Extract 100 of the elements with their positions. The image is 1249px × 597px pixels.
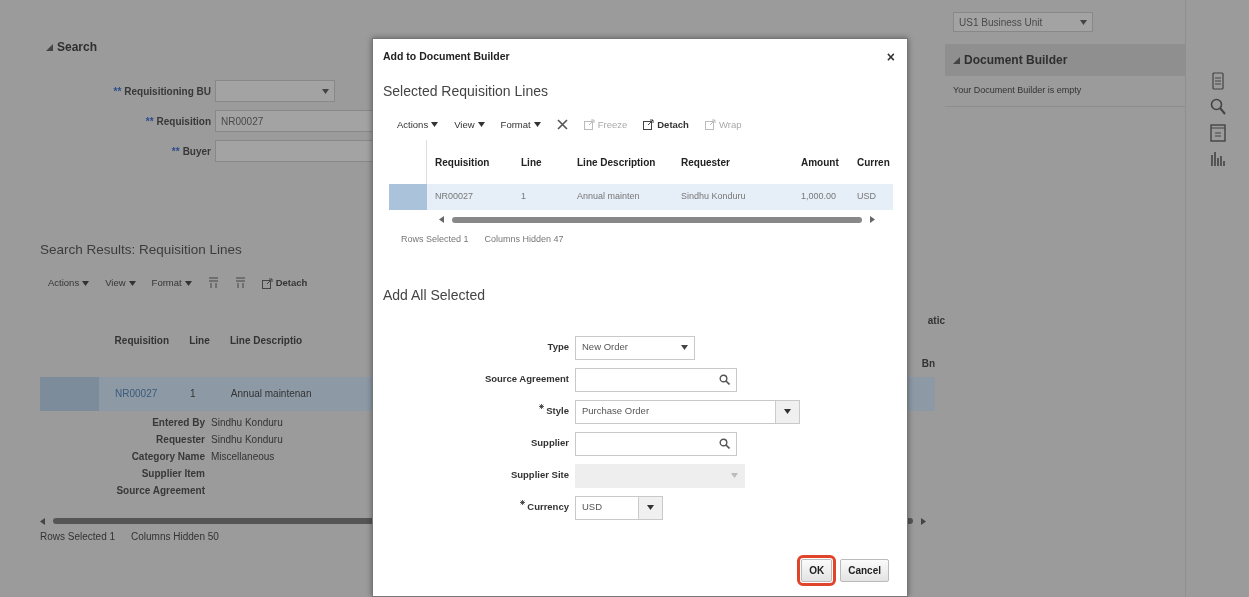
menu-button[interactable]: View	[105, 276, 136, 291]
required-mark: **	[171, 145, 180, 157]
caret-icon	[681, 345, 688, 350]
select-field[interactable]: New Order	[575, 335, 695, 360]
search-icon	[719, 374, 730, 385]
detail-value: Miscellaneous	[210, 449, 275, 464]
status-text: Columns Hidden 47	[484, 233, 564, 246]
status-text: Rows Selected 1	[401, 233, 469, 246]
menu-button[interactable]: Format	[151, 276, 192, 291]
section-title: Selected Requisition Lines	[383, 81, 549, 101]
field-label: Type	[546, 340, 570, 355]
menu-button[interactable]: Actions	[48, 276, 90, 291]
table-cell-text: Sindhu Konduru	[680, 190, 747, 204]
column-header: Amount	[800, 156, 840, 168]
caret-icon	[431, 122, 439, 128]
table-cell-text: NR00027	[434, 190, 475, 204]
column-header: atic	[927, 314, 945, 328]
menu-button[interactable]: Format	[500, 117, 541, 132]
detail-label: Category Name	[131, 450, 205, 462]
form-icon[interactable]	[1209, 124, 1226, 142]
required-mark: **	[145, 115, 154, 127]
select-field[interactable]: Purchase Order	[575, 399, 800, 424]
close-button[interactable]: ×	[886, 49, 895, 64]
section-title: Search Results: Requisition Lines	[40, 241, 242, 259]
column-header: Requester	[680, 156, 731, 168]
column-header: Line Description	[576, 156, 657, 168]
caret-icon	[82, 280, 90, 286]
columns-icon[interactable]	[234, 277, 246, 290]
column-header: Line	[520, 156, 543, 168]
caret-icon	[322, 88, 329, 94]
search-field[interactable]	[575, 431, 737, 456]
section-title: Add All Selected	[383, 285, 486, 305]
table-cell-text: 1	[520, 190, 527, 204]
select-field[interactable]	[215, 80, 335, 102]
scroll-left-icon[interactable]	[40, 517, 45, 525]
document-icon[interactable]	[1211, 72, 1224, 90]
field-value: Purchase Order	[582, 404, 651, 419]
scroll-right-icon[interactable]	[921, 517, 926, 525]
caret-icon	[533, 122, 541, 128]
select-value: US1 Business Unit	[959, 15, 1043, 30]
caret-icon	[784, 409, 791, 414]
toolbar-button[interactable]: Detach	[643, 117, 689, 132]
field-label: Requisition	[156, 115, 211, 127]
caret-icon	[184, 280, 192, 286]
table-cell[interactable]: NR00027	[99, 386, 174, 401]
column-header: Bn	[921, 357, 935, 371]
field-label: Supplier Site	[509, 468, 570, 483]
table-cell-text: USD	[856, 190, 877, 204]
column-header: Requisition	[434, 156, 491, 168]
select-field[interactable]: USD	[575, 495, 663, 520]
field-label: Buyer	[182, 145, 211, 157]
column-header: Line	[188, 334, 211, 348]
select-field[interactable]: US1 Business Unit	[953, 12, 1093, 32]
field-label: Style	[383, 404, 575, 419]
detach-icon	[704, 119, 716, 131]
menu-button[interactable]: View	[454, 117, 485, 132]
field-label: Currency	[383, 500, 575, 515]
detail-label: Entered By	[152, 416, 205, 428]
collapse-icon	[46, 43, 53, 51]
menu-button[interactable]: Actions	[397, 117, 439, 132]
columns-icon[interactable]	[207, 277, 219, 290]
table-row[interactable]: NR00027 1 Annual mainten Sindhu Konduru 1,000.00 USD	[389, 184, 893, 210]
scroll-right-icon[interactable]	[870, 216, 875, 223]
field-value: New Order	[582, 340, 629, 355]
toolbar-button[interactable]: Detach	[261, 276, 308, 291]
detach-icon	[261, 277, 273, 289]
column-header: Line Descriptio	[228, 334, 304, 348]
caret-icon	[128, 280, 136, 286]
field-label: Requisitioning BU	[124, 85, 211, 97]
detail-value: Sindhu Konduru	[210, 432, 283, 447]
detail-label: Source Agreement	[116, 484, 205, 496]
caret-icon	[731, 473, 738, 478]
table-cell-text: 1,000.00	[800, 190, 838, 204]
required-icon	[539, 404, 545, 410]
table-cell-text: Annual maintenan	[229, 387, 313, 401]
collapse-icon	[953, 56, 960, 64]
empty-message: Your Document Builder is empty	[945, 76, 1185, 107]
section-title[interactable]: Search	[57, 38, 98, 56]
search-icon[interactable]	[1209, 98, 1226, 116]
table-cell-text: Annual mainten	[576, 190, 641, 204]
search-field[interactable]	[575, 367, 737, 392]
freeze-column-icon[interactable]	[556, 119, 568, 131]
detail-label: Supplier Item	[141, 467, 205, 479]
detail-value: Sindhu Konduru	[210, 415, 283, 430]
detach-icon	[643, 119, 655, 131]
search-icon	[719, 438, 730, 449]
column-header: Curren	[856, 156, 891, 168]
field-label: Supplier	[530, 436, 570, 451]
detail-label: Requester	[156, 433, 205, 445]
bar-chart-icon[interactable]	[1210, 150, 1225, 166]
scroll-left-icon[interactable]	[439, 216, 444, 223]
caret-icon	[477, 122, 485, 128]
status-text: Rows Selected 1	[40, 529, 116, 544]
column-header: Requisition	[113, 334, 171, 348]
required-icon	[520, 500, 526, 506]
status-text: Columns Hidden 50	[131, 529, 219, 544]
scrollbar[interactable]	[452, 216, 862, 223]
field-label: Source Agreement	[483, 372, 570, 387]
dialog-button[interactable]: Cancel	[840, 559, 889, 582]
required-mark: **	[113, 85, 122, 97]
